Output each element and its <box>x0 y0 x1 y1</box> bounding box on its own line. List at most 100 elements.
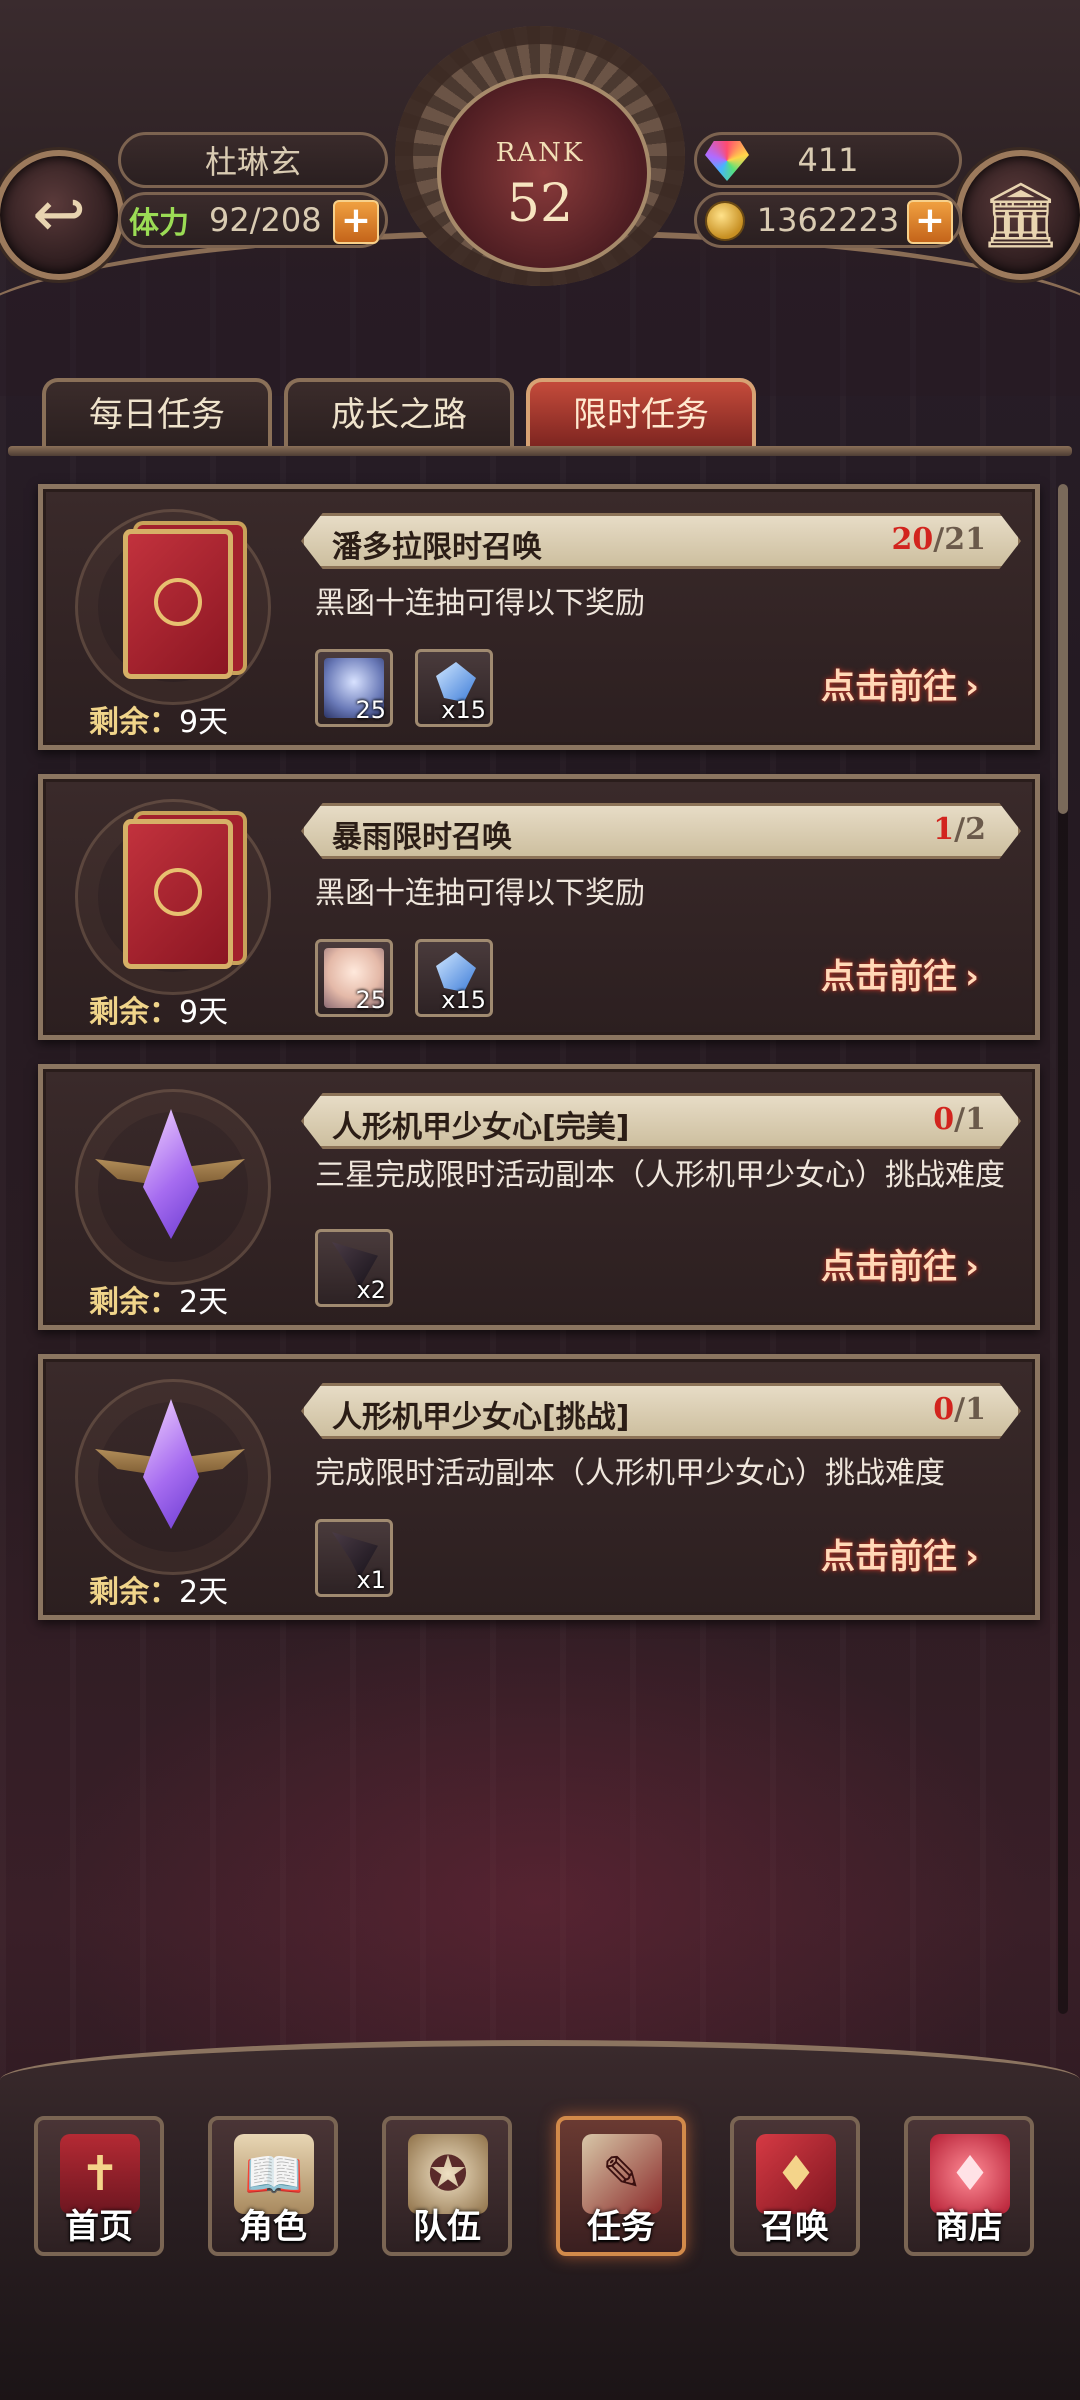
nav-quest[interactable]: ✎ 任务 <box>556 2116 686 2256</box>
nav-label: 商店 <box>935 2207 1003 2247</box>
task-progress: 0/1 <box>933 1392 986 1427</box>
crystal-emblem-icon <box>65 1085 275 1285</box>
back-arrow-icon: ↩ <box>32 178 86 252</box>
nav-shop[interactable]: ♦ 商店 <box>904 2116 1034 2256</box>
app-root: ↩ 🏛 杜琳玄 体力 92/208 + RANK 52 411 1362223 … <box>0 0 1080 2400</box>
stamina-value: 92/208 <box>209 201 322 239</box>
chevron-right-icon: › <box>964 1247 979 1287</box>
reward-count: x2 <box>356 1276 386 1304</box>
add-gold-button[interactable]: + <box>907 200 953 244</box>
card-deck-icon <box>123 529 233 679</box>
task-card: 剩余：2天 人形机甲少女心[挑战] 0/1 完成限时活动副本（人形机甲少女心）挑… <box>38 1354 1040 1620</box>
nav-label: 召唤 <box>761 2207 829 2247</box>
task-description: 完成限时活动副本（人形机甲少女心）挑战难度 <box>315 1456 945 1491</box>
reward-item[interactable]: 25 <box>315 939 393 1017</box>
summon-cards-icon <box>65 795 275 995</box>
remaining-value: 9天 <box>179 995 229 1030</box>
remaining-value: 2天 <box>179 1285 229 1320</box>
reward-count: x15 <box>441 986 486 1014</box>
task-description: 黑函十连抽可得以下奖励 <box>315 586 645 621</box>
chevron-right-icon: › <box>964 957 979 997</box>
progress-current: 1 <box>933 812 955 847</box>
goto-button[interactable]: 点击前往 › <box>821 949 979 998</box>
task-card: 剩余：2天 人形机甲少女心[完美] 0/1 三星完成限时活动副本（人形机甲少女心… <box>38 1064 1040 1330</box>
task-title: 人形机甲少女心[完美] <box>332 1110 630 1145</box>
list-scrollbar[interactable] <box>1058 484 1068 2014</box>
tab-daily[interactable]: 每日任务 <box>42 378 272 450</box>
goto-label: 点击前往 <box>820 957 957 997</box>
gold-count: 1362223 <box>756 201 900 239</box>
gold-coin-icon <box>705 201 745 241</box>
chevron-right-icon: › <box>964 667 979 707</box>
task-title: 暴雨限时召唤 <box>332 820 512 855</box>
reward-count: 25 <box>355 696 386 724</box>
purple-crystal-icon <box>95 1383 245 1563</box>
chevron-right-icon: › <box>964 1537 979 1577</box>
tab-limited[interactable]: 限时任务 <box>526 378 756 450</box>
tabs-divider <box>8 446 1072 456</box>
progress-current: 0 <box>933 1102 955 1137</box>
reward-item[interactable]: x15 <box>415 649 493 727</box>
goto-label: 点击前往 <box>820 667 957 707</box>
task-title-banner: 人形机甲少女心[挑战] 0/1 <box>301 1383 1021 1439</box>
bank-building-icon: 🏛 <box>980 178 1062 253</box>
reward-item[interactable]: 25 <box>315 649 393 727</box>
task-description: 黑函十连抽可得以下奖励 <box>315 876 645 911</box>
task-title-banner: 人形机甲少女心[完美] 0/1 <box>301 1093 1021 1149</box>
task-title-banner: 暴雨限时召唤 1/2 <box>301 803 1021 859</box>
goto-button[interactable]: 点击前往 › <box>821 1239 979 1288</box>
scrollbar-thumb[interactable] <box>1058 484 1068 814</box>
stamina-display: 体力 92/208 + <box>118 192 388 248</box>
remaining-value: 2天 <box>179 1575 229 1610</box>
nav-label: 任务 <box>587 2207 655 2247</box>
reward-count: x15 <box>441 696 486 724</box>
card-deck-icon <box>123 819 233 969</box>
progress-total: /1 <box>954 1392 986 1427</box>
goto-button[interactable]: 点击前往 › <box>821 1529 979 1578</box>
task-card: 剩余：9天 暴雨限时召唤 1/2 黑函十连抽可得以下奖励 25 x15 点击前往… <box>38 774 1040 1040</box>
rank-emblem: RANK 52 <box>395 26 685 286</box>
progress-total: /1 <box>954 1102 986 1137</box>
nav-home[interactable]: ✝ 首页 <box>34 2116 164 2256</box>
goto-label: 点击前往 <box>820 1537 957 1577</box>
crystal-shard <box>143 1399 199 1529</box>
gem-count: 411 <box>797 141 859 179</box>
rainbow-gem-icon <box>705 141 749 181</box>
task-progress: 0/1 <box>933 1102 986 1137</box>
tab-growth[interactable]: 成长之路 <box>284 378 514 450</box>
progress-total: /21 <box>933 522 986 557</box>
reward-count: 25 <box>355 986 386 1014</box>
task-card: 剩余：9天 潘多拉限时召唤 20/21 黑函十连抽可得以下奖励 25 x15 点… <box>38 484 1040 750</box>
rank-medallion <box>437 74 651 272</box>
task-progress: 20/21 <box>892 522 986 557</box>
crystal-emblem-icon <box>65 1375 275 1575</box>
remaining-value: 9天 <box>179 705 229 740</box>
nav-summon[interactable]: ♦ 召唤 <box>730 2116 860 2256</box>
reward-count: x1 <box>356 1566 386 1594</box>
purple-crystal-icon <box>95 1093 245 1273</box>
progress-current: 0 <box>933 1392 955 1427</box>
remaining-label: 剩余： <box>89 1575 179 1610</box>
nav-character[interactable]: 📖 角色 <box>208 2116 338 2256</box>
nav-label: 角色 <box>239 2207 307 2247</box>
rank-label: RANK <box>495 138 585 168</box>
add-stamina-button[interactable]: + <box>333 200 379 244</box>
reward-item[interactable]: x15 <box>415 939 493 1017</box>
gold-display: 1362223 + <box>694 192 962 248</box>
rank-value: 52 <box>506 174 574 234</box>
reward-item[interactable]: x2 <box>315 1229 393 1307</box>
reward-item[interactable]: x1 <box>315 1519 393 1597</box>
summon-cards-icon <box>65 505 275 705</box>
remaining-time: 剩余：2天 <box>89 1567 228 1611</box>
bank-button[interactable]: 🏛 <box>956 150 1080 280</box>
remaining-time: 剩余：9天 <box>89 987 228 1031</box>
crystal-shard <box>143 1109 199 1239</box>
remaining-label: 剩余： <box>89 1285 179 1320</box>
player-name: 杜琳玄 <box>118 132 388 188</box>
nav-team[interactable]: ✪ 队伍 <box>382 2116 512 2256</box>
nav-label: 首页 <box>65 2207 133 2247</box>
remaining-time: 剩余：9天 <box>89 697 228 741</box>
back-button[interactable]: ↩ <box>0 150 124 280</box>
goto-button[interactable]: 点击前往 › <box>821 659 979 708</box>
task-progress: 1/2 <box>933 812 986 847</box>
